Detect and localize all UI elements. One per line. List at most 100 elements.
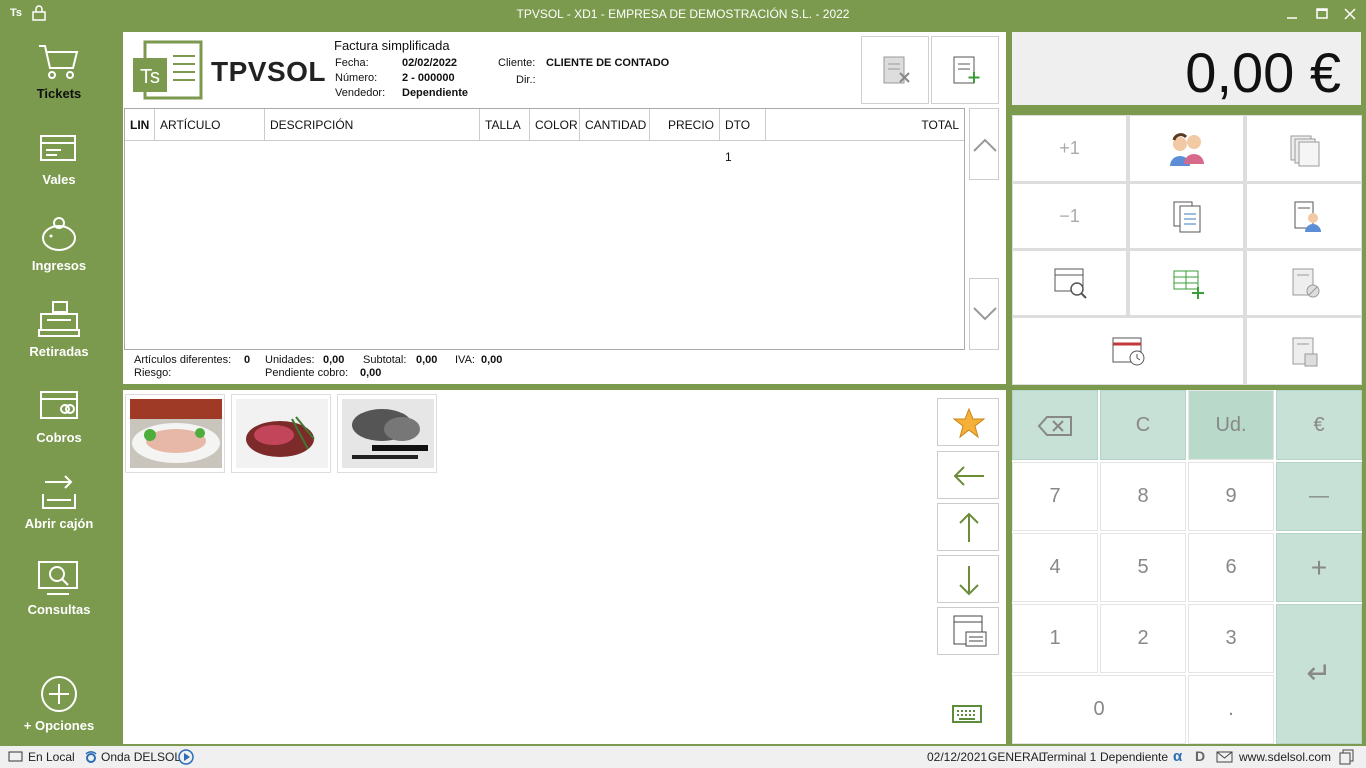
col-total[interactable]: TOTAL: [766, 109, 964, 141]
sidebar-item-label: + Opciones: [23, 718, 95, 733]
copies-icon: [1290, 135, 1320, 167]
customers-button[interactable]: [1129, 115, 1244, 182]
pendiente-value: 0,00: [360, 367, 382, 379]
add-line-button[interactable]: [1129, 250, 1244, 316]
col-talla[interactable]: TALLA: [480, 109, 530, 141]
unidades-value: 0,00: [323, 354, 345, 366]
cliente-value[interactable]: CLIENTE DE CONTADO: [546, 57, 669, 69]
numero-label: Número:: [335, 72, 378, 84]
website-link[interactable]: www.sdelsol.com: [1239, 750, 1331, 764]
cancel-ticket-button[interactable]: [1246, 250, 1362, 316]
sidebar-item-opciones[interactable]: + Opciones: [0, 674, 118, 754]
title-bar: Ts TPVSOL - XD1 - EMPRESA DE DEMOSTRACIÓ…: [0, 0, 1366, 28]
scroll-down-button[interactable]: [969, 278, 999, 350]
grid-header: LIN ARTÍCULO DESCRIPCIÓN TALLA COLOR CAN…: [125, 109, 964, 164]
play-icon[interactable]: [178, 749, 194, 768]
keyboard-button[interactable]: [951, 703, 983, 725]
alpha-icon[interactable]: α: [1172, 748, 1190, 767]
mail-icon[interactable]: [1216, 751, 1234, 766]
back-button[interactable]: [937, 451, 999, 499]
favorites-button[interactable]: [937, 398, 999, 446]
riesgo-label: Riesgo:: [134, 367, 172, 379]
col-lin[interactable]: LIN: [125, 109, 155, 141]
monitor-icon: [8, 751, 24, 766]
euro-key[interactable]: €: [1276, 390, 1362, 460]
up-button[interactable]: [937, 503, 999, 551]
enter-key[interactable]: ↵: [1276, 604, 1362, 744]
product-thumbnail[interactable]: [231, 394, 331, 473]
sidebar-item-ingresos[interactable]: Ingresos: [0, 214, 118, 294]
arrow-up-icon: [959, 512, 979, 542]
decimal-key[interactable]: .: [1188, 675, 1274, 744]
plus-one-button[interactable]: +1: [1012, 115, 1127, 182]
product-thumbnail[interactable]: [125, 394, 225, 473]
backspace-key[interactable]: [1012, 390, 1098, 460]
sidebar-item-tickets[interactable]: Tickets: [0, 42, 118, 122]
save-ticket-button[interactable]: [1246, 317, 1362, 385]
d-icon[interactable]: D: [1194, 748, 1212, 767]
unit-key[interactable]: Ud.: [1188, 390, 1274, 460]
sidebar-item-consultas[interactable]: Consultas: [0, 558, 118, 638]
total-display: 0,00 €: [1012, 32, 1361, 105]
key-7[interactable]: 7: [1012, 462, 1098, 531]
cliente-label: Cliente:: [498, 57, 536, 69]
col-cantidad[interactable]: CANTIDAD: [580, 109, 650, 141]
sidebar-item-retiradas[interactable]: Retiradas: [0, 300, 118, 380]
status-terminal: Terminal 1: [1041, 750, 1097, 764]
key-1[interactable]: 1: [1012, 604, 1098, 673]
sidebar-item-abrir-cajon[interactable]: Abrir cajón: [0, 472, 118, 552]
key-8[interactable]: 8: [1100, 462, 1186, 531]
keyboard-article-button[interactable]: [937, 607, 999, 655]
maximize-icon[interactable]: [1312, 4, 1332, 24]
col-articulo[interactable]: ARTÍCULO: [155, 109, 265, 141]
cancel-ticket-icon: [1292, 268, 1320, 298]
products-panel: [123, 390, 1006, 744]
customers-icon: [1170, 133, 1204, 166]
key-0[interactable]: 0: [1012, 675, 1186, 744]
product-image-steak: [236, 399, 328, 468]
sidebar-item-vales[interactable]: Vales: [0, 130, 118, 210]
plus-circle-icon: [41, 676, 77, 712]
minus-key[interactable]: —: [1276, 462, 1362, 531]
documents-button[interactable]: [1129, 183, 1244, 249]
col-color[interactable]: COLOR: [530, 109, 580, 141]
product-image-roast: [342, 399, 434, 468]
backspace-icon: [1037, 416, 1072, 436]
col-dto1[interactable]: DTO 1: [720, 109, 766, 164]
key-9[interactable]: 9: [1188, 462, 1274, 531]
close-icon[interactable]: [1340, 4, 1360, 24]
key-3[interactable]: 3: [1188, 604, 1274, 673]
key-5[interactable]: 5: [1100, 533, 1186, 602]
ticket-lines-grid[interactable]: LIN ARTÍCULO DESCRIPCIÓN TALLA COLOR CAN…: [124, 108, 965, 350]
chevron-up-icon: [973, 138, 997, 152]
window-icon[interactable]: [1339, 749, 1355, 768]
sidebar-item-label: Abrir cajón: [24, 516, 94, 531]
copies-button[interactable]: [1246, 115, 1362, 182]
status-bar: En Local Onda DELSOL 02/12/2021 GENERAL …: [0, 746, 1366, 768]
chevron-down-icon: [973, 307, 997, 321]
customer-ticket-button[interactable]: [1246, 183, 1362, 249]
clear-key[interactable]: C: [1100, 390, 1186, 460]
key-4[interactable]: 4: [1012, 533, 1098, 602]
col-descripcion[interactable]: DESCRIPCIÓN: [265, 109, 480, 141]
radio-text[interactable]: Onda DELSOL: [101, 750, 181, 764]
plus-key[interactable]: +: [1276, 533, 1362, 602]
star-icon: [952, 407, 986, 439]
arrow-left-icon: [953, 466, 984, 486]
key-2[interactable]: 2: [1100, 604, 1186, 673]
schedule-button[interactable]: [1012, 317, 1244, 385]
scroll-up-button[interactable]: [969, 108, 999, 180]
product-thumbnail[interactable]: [337, 394, 437, 473]
minimize-icon[interactable]: [1282, 4, 1302, 24]
key-6[interactable]: 6: [1188, 533, 1274, 602]
svg-text:α: α: [1173, 748, 1183, 764]
open-drawer-icon: [42, 475, 76, 509]
new-document-button[interactable]: [931, 36, 999, 104]
search-document-button[interactable]: [1012, 250, 1127, 316]
sidebar-item-cobros[interactable]: Cobros: [0, 386, 118, 466]
down-button[interactable]: [937, 555, 999, 603]
col-precio[interactable]: PRECIO: [650, 109, 720, 141]
delete-document-button[interactable]: [861, 36, 929, 104]
minus-one-button[interactable]: −1: [1012, 183, 1127, 249]
logo-text: Ts: [140, 66, 160, 88]
